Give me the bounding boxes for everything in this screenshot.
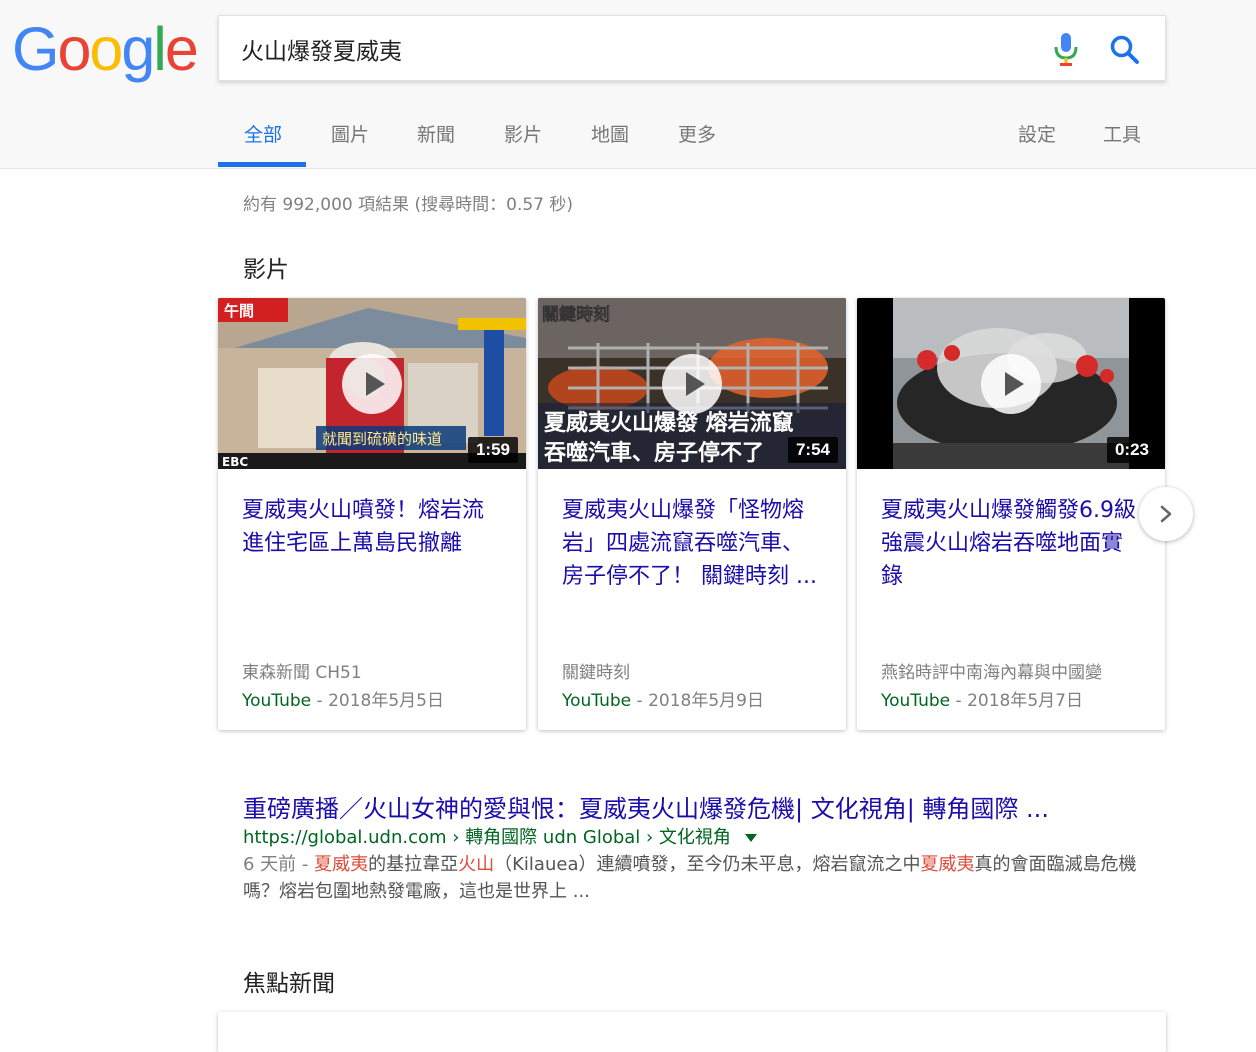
tab-tools[interactable]: 工具	[1103, 120, 1141, 164]
snippet-highlight: 夏威夷	[920, 854, 975, 875]
video-card[interactable]: 午間 就聞到硫磺的味道 EBC 1:59 夏威夷火山噴發！熔岩流進住宅區上萬島民…	[218, 298, 526, 730]
result-snippet: 6 天前 - 夏威夷的基拉韋亞火山（Kilauea）連續噴發，至今仍未平息，熔岩…	[243, 851, 1148, 905]
result-url: https://global.udn.com › 轉角國際 udn Global…	[243, 823, 757, 849]
tab-more[interactable]: 更多	[678, 120, 716, 164]
active-tab-indicator	[218, 162, 306, 167]
video-source-line: YouTube - 2018年5月5日	[242, 691, 444, 711]
logo-letter: G	[12, 15, 59, 83]
chevron-right-icon	[1160, 505, 1172, 523]
video-channel: 燕銘時評中南海內幕與中國變	[881, 663, 1102, 683]
caret-down-icon[interactable]	[744, 834, 757, 842]
video-date: 2018年5月5日	[328, 691, 444, 711]
video-date: 2018年5月9日	[648, 691, 764, 711]
play-icon[interactable]	[342, 354, 402, 414]
result-url-text: https://global.udn.com › 轉角國際 udn Global…	[243, 827, 731, 848]
video-thumbnail[interactable]: 0:23	[857, 298, 1165, 469]
play-icon[interactable]	[662, 354, 722, 414]
snippet-text: （Kilauea）連續噴發，至今仍未平息，熔岩竄流之中	[494, 854, 921, 875]
video-date: 2018年5月7日	[967, 691, 1083, 711]
video-card[interactable]: 0:23 夏威夷火山爆發觸發6.9級強震火山熔岩吞噬地面實錄 燕銘時評中南海內幕…	[857, 298, 1165, 730]
search-input[interactable]	[241, 28, 1021, 70]
thumb-overlay-top: 關鍵時刻	[542, 304, 610, 325]
header-bar: Google 全部 圖片 新聞 影片 地圖 更多 設定 工具	[0, 0, 1256, 169]
top-stories-card[interactable]	[218, 1012, 1166, 1052]
carousel-next-button[interactable]	[1139, 487, 1193, 541]
video-title-link[interactable]: 夏威夷火山噴發！熔岩流進住宅區上萬島民撤離	[242, 494, 504, 560]
logo-letter: g	[121, 15, 155, 83]
snippet-highlight: 夏威夷	[314, 854, 369, 875]
video-channel: 關鍵時刻	[562, 663, 630, 683]
thumb-logo: EBC	[222, 455, 248, 469]
logo-letter: e	[164, 15, 199, 83]
tab-news[interactable]: 新聞	[417, 120, 455, 164]
video-duration: 7:54	[787, 437, 838, 463]
logo-letter: o	[57, 15, 91, 83]
video-title-link[interactable]: 夏威夷火山爆發「怪物熔岩」四處流竄吞噬汽車、房子停不了！ 關鍵時刻 ...	[562, 494, 824, 593]
tab-videos[interactable]: 影片	[504, 120, 542, 164]
video-source-line: YouTube - 2018年5月7日	[881, 691, 1083, 711]
logo-letter: l	[153, 15, 166, 83]
thumb-overlay-top: 午間	[224, 302, 254, 320]
tab-images[interactable]: 圖片	[331, 120, 369, 164]
play-icon[interactable]	[981, 354, 1041, 414]
google-logo[interactable]: Google	[12, 14, 199, 84]
video-card[interactable]: 關鍵時刻 夏威夷火山爆發 熔岩流竄 吞噬汽車、房子停不了 7:54 夏威夷火山爆…	[538, 298, 846, 730]
top-stories-heading: 焦點新聞	[243, 971, 335, 997]
thumb-caption: 就聞到硫磺的味道	[322, 430, 442, 448]
videos-section-heading: 影片	[243, 257, 289, 283]
tab-settings[interactable]: 設定	[1018, 120, 1056, 164]
video-duration: 1:59	[467, 437, 518, 463]
snippet-text: 的基拉韋亞	[368, 854, 459, 875]
video-source: YouTube	[242, 691, 312, 711]
video-duration: 0:23	[1106, 437, 1157, 463]
snippet-age: 6 天前 -	[243, 854, 315, 875]
tab-all[interactable]: 全部	[244, 120, 282, 164]
tab-maps[interactable]: 地圖	[591, 120, 629, 164]
search-icon[interactable]	[1109, 34, 1141, 66]
microphone-icon[interactable]	[1051, 32, 1081, 66]
video-title-link[interactable]: 夏威夷火山爆發觸發6.9級強震火山熔岩吞噬地面實錄	[881, 494, 1143, 593]
video-source: YouTube	[881, 691, 951, 711]
logo-letter: o	[89, 15, 123, 83]
search-box[interactable]	[218, 15, 1166, 81]
result-title-link[interactable]: 重磅廣播／火山女神的愛與恨：夏威夷火山爆發危機| 文化視角| 轉角國際 ...	[243, 789, 1049, 824]
video-thumbnail[interactable]: 關鍵時刻 夏威夷火山爆發 熔岩流竄 吞噬汽車、房子停不了 7:54	[538, 298, 846, 469]
video-thumbnail[interactable]: 午間 就聞到硫磺的味道 EBC 1:59	[218, 298, 526, 469]
video-source-line: YouTube - 2018年5月9日	[562, 691, 764, 711]
result-stats: 約有 992,000 項結果 (搜尋時間：0.57 秒)	[243, 195, 574, 215]
video-channel: 東森新聞 CH51	[242, 663, 362, 683]
video-source: YouTube	[562, 691, 632, 711]
snippet-highlight: 火山	[458, 854, 495, 875]
thumb-caption-line-2: 吞噬汽車、房子停不了	[544, 440, 764, 466]
